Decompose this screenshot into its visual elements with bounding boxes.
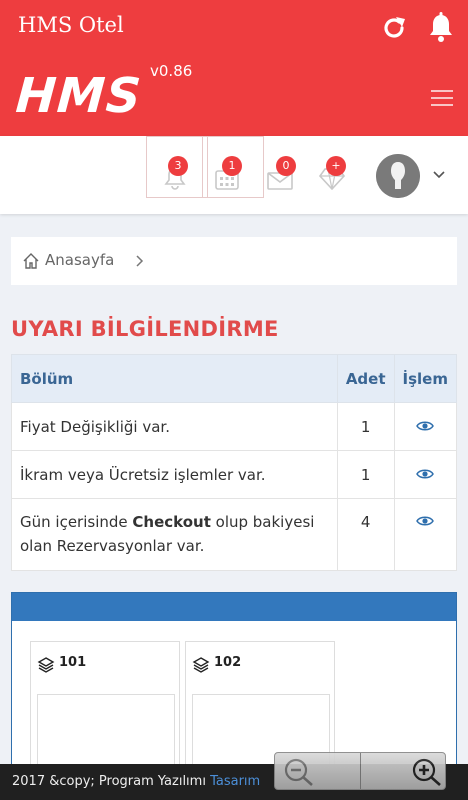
user-avatar[interactable] — [376, 154, 420, 198]
row-action[interactable] — [393, 498, 458, 571]
warning-table: Bölüm Adet İşlem Fiyat Değişikliği var. … — [11, 354, 458, 571]
table-row: Fiyat Değişikliği var. 1 — [11, 402, 458, 451]
eye-icon[interactable] — [416, 515, 435, 527]
header-action: İşlem — [393, 354, 458, 403]
footer-link[interactable]: Tasarım — [210, 774, 260, 789]
zoom-out-icon[interactable] — [283, 757, 315, 787]
breadcrumb-home-link[interactable]: Anasayfa — [45, 251, 114, 269]
bell-badge: 3 — [168, 156, 188, 176]
refresh-icon[interactable] — [380, 14, 408, 42]
row-count: 4 — [336, 498, 395, 571]
hms-logo[interactable]: HMS — [14, 68, 143, 124]
room-number: 102 — [214, 655, 242, 670]
chevron-down-icon[interactable] — [433, 170, 445, 180]
header-section: Bölüm — [11, 354, 338, 403]
row-label: Gün içerisinde Checkout olup bakiyesi ol… — [11, 498, 338, 571]
rooms-panel-header — [12, 593, 456, 621]
layers-icon — [192, 657, 210, 673]
row-count: 1 — [336, 450, 395, 499]
eye-icon[interactable] — [416, 468, 435, 480]
notification-bar: 3 1 0 + — [0, 136, 468, 214]
app-title: HMS Otel — [18, 13, 124, 37]
row-action[interactable] — [393, 450, 458, 499]
table-row: İkram veya Ücretsiz işlemler var. 1 — [11, 450, 458, 499]
row-label-bold: Checkout — [132, 513, 211, 532]
breadcrumb: Anasayfa — [11, 237, 457, 285]
table-header-row: Bölüm Adet İşlem — [11, 354, 458, 403]
diamond-badge: + — [326, 156, 346, 176]
header-count: Adet — [336, 354, 395, 403]
chevron-right-icon — [136, 255, 144, 267]
table-row: Gün içerisinde Checkout olup bakiyesi ol… — [11, 498, 458, 571]
hamburger-menu-icon[interactable] — [431, 90, 453, 108]
row-label: Fiyat Değişikliği var. — [11, 402, 338, 451]
user-silhouette-icon — [376, 154, 420, 198]
row-action[interactable] — [393, 402, 458, 451]
version-label: v0.86 — [150, 62, 193, 80]
page-title: UYARI BİLGİLENDİRME — [11, 317, 279, 341]
app-bar: HMS Otel — [0, 0, 468, 56]
zoom-divider — [360, 753, 361, 789]
zoom-in-icon[interactable] — [411, 757, 443, 787]
home-icon[interactable] — [22, 252, 40, 270]
calendar-badge: 1 — [222, 156, 242, 176]
row-count: 1 — [336, 402, 395, 451]
envelope-badge: 0 — [276, 156, 296, 176]
room-number: 101 — [59, 655, 87, 670]
layers-icon — [37, 657, 55, 673]
row-label: İkram veya Ücretsiz işlemler var. — [11, 450, 338, 499]
eye-icon[interactable] — [416, 420, 435, 432]
brand-bar: HMS v0.86 — [0, 56, 468, 136]
bell-icon[interactable] — [427, 12, 455, 44]
footer-text: 2017 &copy; Program Yazılımı — [12, 774, 211, 789]
row-label-pre: Gün içerisinde — [20, 513, 133, 532]
zoom-control — [274, 752, 446, 790]
